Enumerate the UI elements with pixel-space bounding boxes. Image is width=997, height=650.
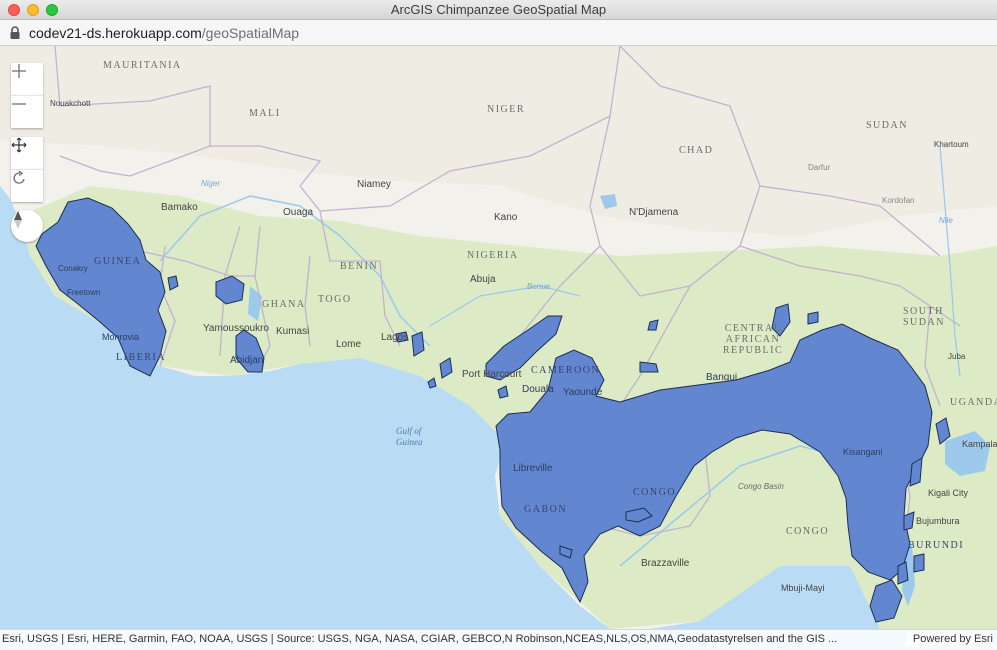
pan-button[interactable] (11, 137, 43, 169)
rotate-button[interactable] (11, 169, 43, 202)
country-label-mali: MALI (249, 108, 281, 119)
range-tanganyika-west (897, 561, 909, 585)
country-label-car: CENTRAL AFRICAN REPUBLIC (722, 323, 784, 356)
map-view[interactable]: MAURITANIA MALI NIGER CHAD SUDAN NIGERIA… (0, 46, 997, 629)
range-tanganyika-east (913, 553, 925, 573)
city-label-juba: Juba (948, 352, 966, 361)
country-label-burundi: BURUNDI (908, 540, 965, 551)
city-label-port-harcourt: Port Harcourt (462, 369, 522, 380)
country-label-niger: NIGER (487, 104, 526, 115)
window-titlebar: ArcGIS Chimpanzee GeoSpatial Map (0, 0, 997, 20)
city-label-bamako: Bamako (161, 202, 198, 213)
country-label-benin: BENIN (340, 261, 379, 272)
city-label-niamey: Niamey (357, 179, 391, 190)
city-label-abidjan: Abidjan (230, 355, 264, 366)
country-label-ghana: GHANA (262, 299, 306, 310)
city-label-kisangani: Kisangani (843, 447, 883, 457)
country-label-congo-drc: CONGO (786, 526, 830, 537)
river-label-benue: Benue (527, 282, 551, 291)
city-label-yamoussoukro: Yamoussoukro (203, 323, 269, 334)
lock-icon (10, 26, 20, 39)
country-label-togo: TOGO (318, 294, 352, 305)
city-label-conakry: Conakry (58, 264, 88, 273)
powered-by-esri[interactable]: Powered by Esri (906, 633, 993, 645)
city-label-kano: Kano (494, 212, 518, 223)
country-label-uganda: UGANDA (950, 397, 997, 408)
country-label-mauritania: MAURITANIA (103, 60, 182, 71)
country-label-sudan: SUDAN (866, 120, 908, 131)
compass-icon (14, 211, 22, 229)
country-label-chad: CHAD (679, 145, 714, 156)
city-label-ouagadougou: Ouaga (283, 207, 314, 218)
basemap (0, 46, 997, 629)
country-label-nigeria: NIGERIA (467, 250, 519, 261)
map-attribution: Esri, USGS | Esri, HERE, Garmin, FAO, NO… (0, 629, 997, 650)
water-label-gulf-of: Gulf of (396, 426, 422, 436)
city-label-bujumbura: Bujumbura (916, 516, 960, 526)
city-label-kumasi: Kumasi (276, 326, 310, 337)
region-label-kordofan: Kordofan (882, 196, 915, 205)
country-label-cameroon: CAMEROON (531, 365, 601, 376)
city-label-kampala: Kampala (962, 439, 997, 449)
city-label-bangui: Bangui (706, 372, 738, 383)
compass-button[interactable] (11, 210, 43, 242)
url-host: codev21-ds.herokuapp.com (29, 25, 202, 41)
address-bar[interactable]: codev21-ds.herokuapp.com/geoSpatialMap (0, 20, 997, 46)
url-path: /geoSpatialMap (201, 25, 300, 41)
city-label-khartoum: Khartoum (934, 140, 969, 149)
region-label-darfur: Darfur (808, 163, 831, 172)
country-label-guinea: GUINEA (94, 256, 142, 267)
label-congo-basin: Congo Basin (738, 482, 784, 491)
attribution-text[interactable]: Esri, USGS | Esri, HERE, Garmin, FAO, NO… (2, 633, 837, 645)
zoom-out-button[interactable] (11, 95, 43, 128)
city-label-monrovia: Monrovia (102, 332, 140, 342)
zoom-out-icon (12, 103, 26, 105)
water-label-guinea: Guinea (396, 437, 423, 447)
zoom-in-button[interactable] (11, 63, 43, 95)
city-label-libreville: Libreville (513, 463, 553, 474)
url-text[interactable]: codev21-ds.herokuapp.com/geoSpatialMap (29, 25, 299, 41)
city-label-lome: Lome (336, 339, 362, 350)
river-label-niger: Niger (201, 179, 221, 188)
city-label-douala: Douala (522, 384, 554, 395)
city-label-yaounde: Yaounde (563, 387, 603, 398)
country-label-congo-rep: CONGO (633, 487, 677, 498)
country-label-south-sudan: SOUTH SUDAN (903, 306, 945, 328)
city-label-abuja: Abuja (470, 274, 496, 285)
zoom-in-icon (12, 64, 26, 78)
city-label-ndjamena: N'Djamena (629, 207, 679, 218)
country-label-liberia: LIBERIA (116, 352, 166, 363)
country-label-gabon: GABON (524, 504, 568, 515)
pan-icon (11, 137, 27, 153)
rotate-icon (13, 170, 25, 184)
city-label-freetown: Freetown (67, 288, 101, 297)
city-label-lagos: Lagos (381, 332, 409, 343)
city-label-kigali: Kigali City (928, 488, 969, 498)
range-cmr-strip (639, 361, 659, 373)
range-car-3 (807, 311, 819, 325)
river-label-nile: Nile (939, 216, 953, 225)
city-label-brazzaville: Brazzaville (641, 558, 690, 569)
city-label-mbuji-mayi: Mbuji-Mayi (781, 583, 825, 593)
window-title: ArcGIS Chimpanzee GeoSpatial Map (390, 2, 607, 17)
city-label-nouakchott: Nouakchott (50, 99, 91, 108)
